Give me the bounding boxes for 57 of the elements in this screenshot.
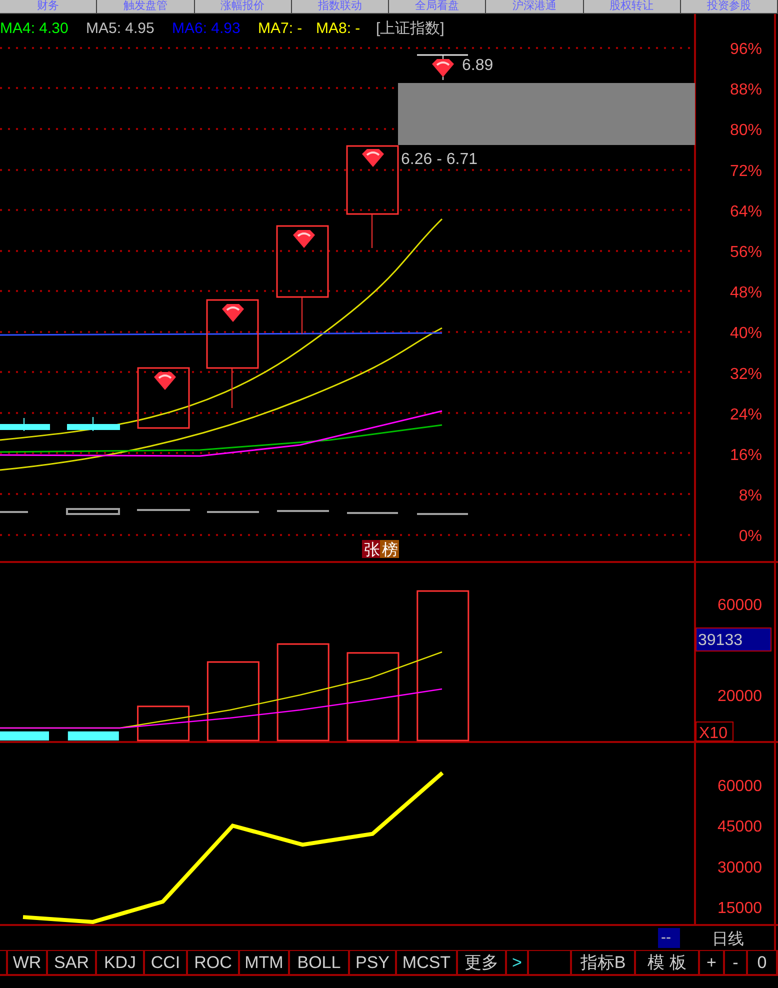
scale-box: X10 bbox=[696, 722, 734, 742]
indicator-tab[interactable]: 模 板 bbox=[636, 951, 700, 976]
axis-label: 24% bbox=[730, 406, 762, 424]
candlestick bbox=[0, 418, 50, 432]
indicator-tab[interactable]: CCI bbox=[145, 951, 188, 976]
gem-icon bbox=[222, 304, 244, 322]
indicator-tab[interactable]: 0 bbox=[748, 951, 778, 976]
indicator-tab[interactable]: SAR bbox=[48, 951, 97, 976]
indicator-tab[interactable]: PSY bbox=[350, 951, 397, 976]
gem-icon bbox=[154, 372, 176, 390]
axis-label: 0% bbox=[738, 528, 762, 546]
axis-label: 60000 bbox=[718, 597, 762, 614]
axis-label: 64% bbox=[730, 203, 762, 220]
ma-legend-label: MA5: 4.95 bbox=[86, 20, 154, 37]
axis-label: 45000 bbox=[718, 818, 762, 836]
ma-legend-label: MA8: - bbox=[316, 20, 360, 37]
axis-label: 96% bbox=[730, 41, 762, 58]
limit-up-badge: 张榜 bbox=[362, 540, 399, 559]
axis-label: 20000 bbox=[718, 688, 762, 705]
next-arrow-button[interactable]: > bbox=[507, 951, 529, 976]
candlestick bbox=[137, 367, 190, 429]
indicator-tab[interactable]: ROC bbox=[188, 951, 240, 976]
axis-label: 8% bbox=[738, 488, 762, 505]
gem-icon bbox=[362, 149, 384, 167]
axis-label: 16% bbox=[730, 447, 762, 464]
indicator-tab[interactable]: BOLL bbox=[290, 951, 350, 976]
candlestick bbox=[67, 416, 120, 432]
current-value-box: 39133 bbox=[696, 628, 772, 652]
ma-legend-label: [上证指数] bbox=[376, 20, 444, 37]
gem-icon bbox=[432, 59, 454, 77]
high-price-label: 6.89 bbox=[462, 57, 494, 74]
indicator-tab[interactable]: - bbox=[725, 951, 748, 976]
axis-label: 60000 bbox=[718, 778, 762, 796]
period-label: 日线 bbox=[712, 931, 744, 948]
axis-label: 48% bbox=[730, 284, 762, 302]
indicator-tab[interactable]: 更多 bbox=[458, 951, 507, 976]
indicator-tab[interactable]: + bbox=[700, 951, 725, 976]
axis-label: 40% bbox=[730, 325, 762, 342]
axis-label: 80% bbox=[730, 122, 762, 140]
indicator-tab[interactable]: 指标B bbox=[572, 951, 636, 976]
price-range-label: 6.26 - 6.71 bbox=[401, 151, 478, 168]
gem-icon bbox=[293, 230, 315, 248]
indicator-tab[interactable]: WR bbox=[8, 951, 48, 976]
axis-label: 15000 bbox=[718, 900, 762, 918]
indicator-tab[interactable]: MTM bbox=[240, 951, 290, 976]
axis-label: 30000 bbox=[718, 859, 762, 876]
volume-bar bbox=[137, 706, 190, 742]
indicator-tab[interactable]: MCST bbox=[397, 951, 458, 976]
axis-label: 88% bbox=[730, 82, 762, 99]
axis-label: 72% bbox=[730, 162, 762, 180]
ma-legend-label: MA4: 4.30 bbox=[0, 20, 68, 37]
period-box: -- bbox=[658, 928, 680, 948]
ma-legend-label: MA7: - bbox=[258, 20, 302, 37]
axis-label: 32% bbox=[730, 366, 762, 383]
ma-legend-label: MA6: 4.93 bbox=[172, 20, 240, 37]
indicator-tab[interactable]: KDJ bbox=[97, 951, 145, 976]
axis-label: 56% bbox=[730, 244, 762, 261]
